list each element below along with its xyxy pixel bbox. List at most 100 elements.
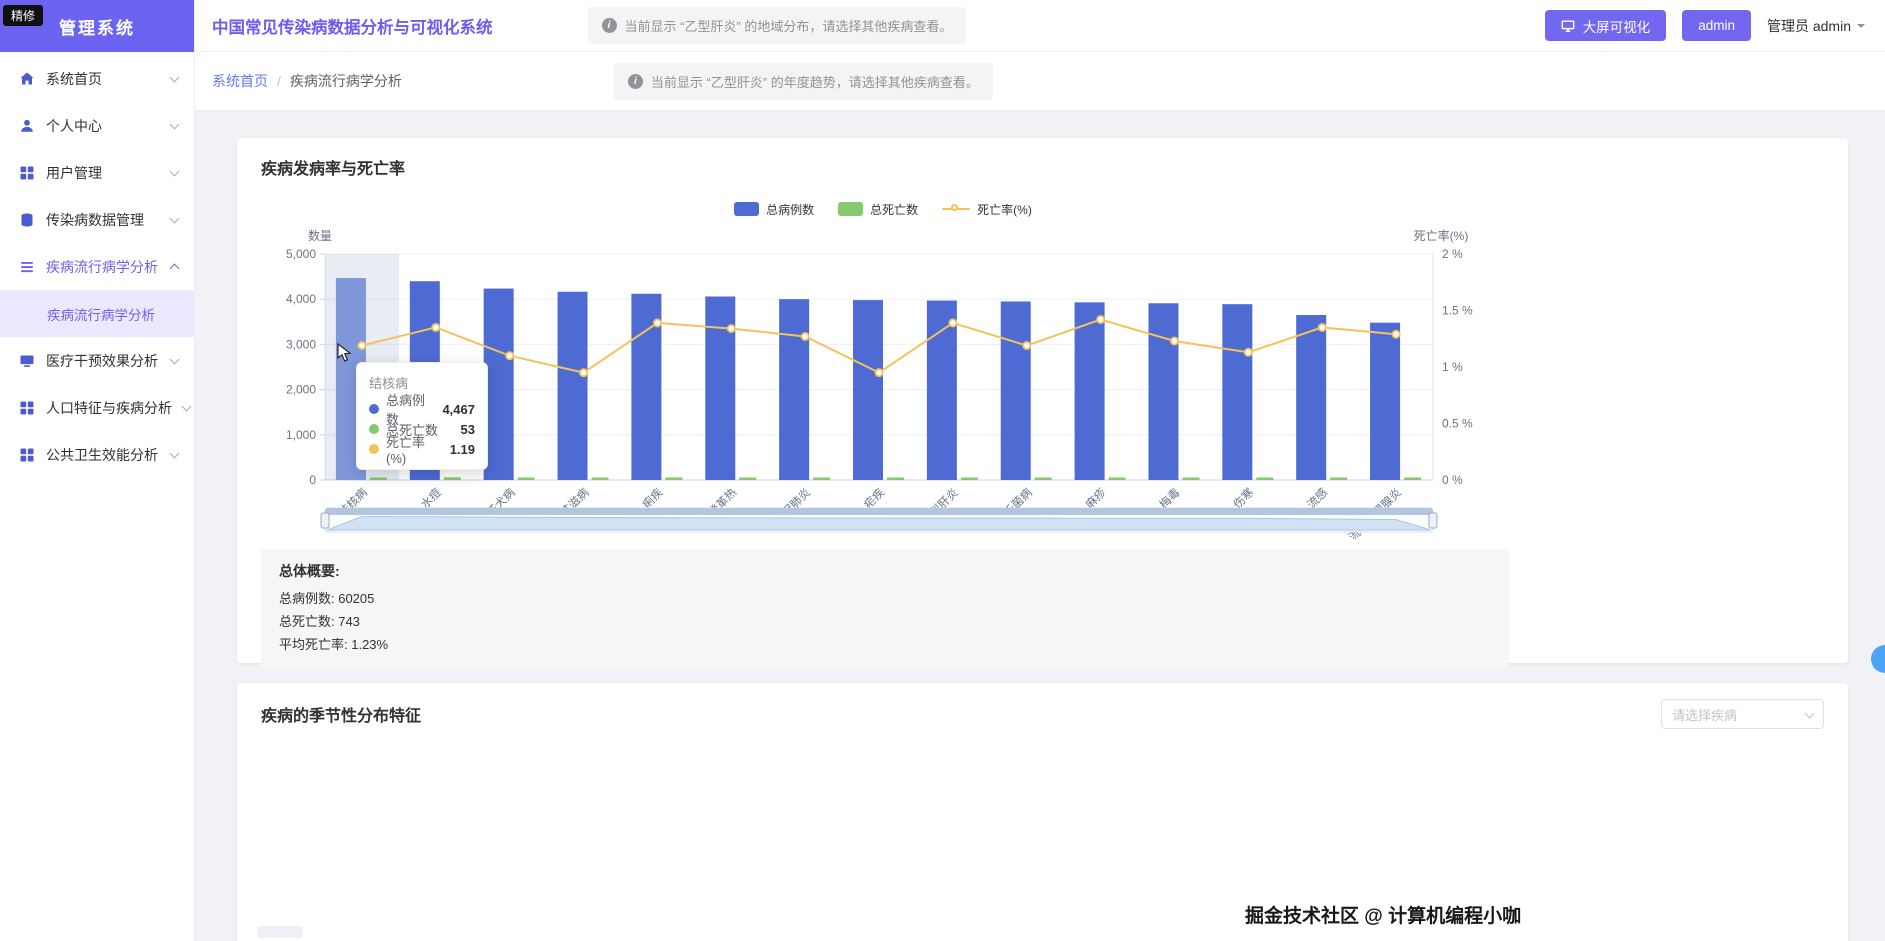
svg-text:流感: 流感 [1304,485,1330,511]
info-banner-text: 当前显示 “乙型肝炎” 的地域分布，请选择其他疾病查看。 [624,19,953,34]
sidebar-item-label: 传染病数据管理 [46,211,144,228]
legend-item[interactable]: 总病例数 [734,201,814,218]
svg-text:4,000: 4,000 [286,292,316,306]
sidebar-item-label: 个人中心 [46,117,102,134]
admin-button-label: admin [1698,18,1735,33]
seasonal-distribution-card: 疾病的季节性分布特征 请选择疾病 [237,683,1848,941]
info-icon [627,73,643,89]
sidebar: 管理系统 系统首页 个人中心 用户管理 传染病数据管理 疾病流行病学分析 疾病流… [0,0,195,941]
sidebar-item-data-manage[interactable]: 传染病数据管理 [0,196,194,243]
sidebar-item-population[interactable]: 人口特征与疾病分析 [0,384,194,431]
card-title: 疾病发病率与死亡率 [261,161,406,178]
user-icon [21,119,33,132]
sidebar-item-label: 系统首页 [46,70,102,87]
main-area: 中国常见传染病数据分析与可视化系统 当前显示 “乙型肝炎” 的地域分布，请选择其… [195,0,1885,941]
header-actions: 大屏可视化 admin 管理员 admin [1544,10,1865,41]
page-content: 疾病发病率与死亡率 总病例数 总死亡数 死亡率(%) 数量 死亡率(%) 5,000 4,… [195,110,1885,941]
sidebar-item-profile[interactable]: 个人中心 [0,102,194,149]
svg-text:1,000: 1,000 [286,428,316,442]
svg-text:伤寒: 伤寒 [1230,485,1257,512]
sidebar-subitem-label: 疾病流行病学分析 [47,307,155,323]
svg-text:疟疾: 疟疾 [861,485,888,512]
breadcrumb-current: 疾病流行病学分析 [289,73,402,89]
svg-text:0: 0 [309,473,316,487]
tooltip-value: 1.19 [449,441,475,457]
summary-avg-rate: 平均死亡率: 1.23% [279,637,389,652]
legend-label: 总病例数 [766,202,815,217]
info-banner-trend: 当前显示 “乙型肝炎” 的年度趋势，请选择其他疾病查看。 [613,62,993,100]
legend-swatch [838,202,864,216]
summary-total-cases: 总病例数: 60205 [279,591,375,606]
top-header: 中国常见传染病数据分析与可视化系统 当前显示 “乙型肝炎” 的地域分布，请选择其… [195,0,1885,52]
select-placeholder: 请选择疾病 [1672,707,1738,723]
legend-label: 总死亡数 [870,202,919,217]
chevron-up-icon [169,263,180,274]
chevron-down-icon [169,354,180,364]
disease-select[interactable]: 请选择疾病 [1661,699,1824,729]
chevron-down-icon [169,448,180,458]
sidebar-subitem-epidemiology[interactable]: 疾病流行病学分析 [0,290,194,337]
sidebar-item-home[interactable]: 系统首页 [0,55,194,102]
big-screen-button-label: 大屏可视化 [1582,19,1651,35]
breadcrumb-separator: / [277,73,281,89]
svg-text:数量: 数量 [308,228,332,243]
database-icon [21,213,33,226]
grid-icon [20,166,34,179]
summary-title: 总体概要: [279,563,340,579]
svg-text:3,000: 3,000 [286,337,316,351]
tooltip-value: 4,467 [442,401,475,417]
sidebar-item-label: 用户管理 [46,164,102,181]
grid-icon [20,401,34,414]
svg-text:2,000: 2,000 [286,383,316,397]
breadcrumb: 系统首页 / 疾病流行病学分析 [212,71,402,91]
tooltip-row: 总病例数 4,467 [369,393,475,427]
svg-text:水痘: 水痘 [418,485,445,512]
legend-swatch [734,202,760,216]
svg-text:0.5 %: 0.5 % [1442,417,1473,431]
chevron-down-icon [169,166,180,176]
user-label: 管理员 admin [1766,17,1851,34]
grid-icon [20,448,34,461]
series-dot-rate [369,444,379,454]
app-title: 中国常见传染病数据分析与可视化系统 [212,18,493,37]
video-watermark-badge: 精修 [3,5,44,26]
card-title: 疾病的季节性分布特征 [261,708,422,725]
svg-text:死亡率(%): 死亡率(%) [1414,228,1469,243]
tooltip-row: 死亡率(%) 1.19 [369,435,475,466]
clipped-chart-element [257,926,303,938]
summary-box: 总体概要: 总病例数: 60205 总死亡数: 743 平均死亡率: 1.23% [261,549,1509,668]
sidebar-menu: 系统首页 个人中心 用户管理 传染病数据管理 疾病流行病学分析 疾病流行病学分析 [0,52,194,478]
sidebar-item-label: 人口特征与疾病分析 [46,399,172,416]
svg-text:0 %: 0 % [1442,473,1463,487]
monitor-icon [20,355,34,367]
series-dot-cases [369,404,379,414]
home-icon [20,72,34,84]
chevron-down-icon [169,72,180,82]
user-dropdown[interactable]: 管理员 admin [1767,16,1865,36]
legend-item[interactable]: 总死亡数 [838,201,918,218]
chart-tooltip: 结核病 总病例数 4,467 总死亡数 53 死亡率(%) 1.19 [356,362,488,470]
sidebar-item-public-health[interactable]: 公共卫生效能分析 [0,431,194,478]
tooltip-value: 53 [460,421,475,437]
caret-down-icon [1857,23,1865,32]
svg-text:2 %: 2 % [1442,247,1463,261]
tooltip-label: 死亡率(%) [386,435,426,466]
breadcrumb-home-link[interactable]: 系统首页 [212,71,268,91]
admin-button[interactable]: admin [1682,10,1751,41]
sidebar-item-epidemiology[interactable]: 疾病流行病学分析 [0,243,194,290]
big-screen-button[interactable]: 大屏可视化 [1544,10,1667,41]
summary-total-deaths: 总死亡数: 743 [279,614,360,629]
legend-item[interactable]: 死亡率(%) [942,201,1032,218]
sidebar-item-label: 医疗干预效果分析 [46,352,158,369]
svg-text:1 %: 1 % [1442,360,1463,374]
sidebar-item-users[interactable]: 用户管理 [0,149,194,196]
sidebar-item-intervention[interactable]: 医疗干预效果分析 [0,337,194,384]
chevron-down-icon [1804,708,1815,718]
mouse-cursor [337,343,352,362]
chart-legend: 总病例数 总死亡数 死亡率(%) [273,199,1493,219]
info-banner-text: 当前显示 “乙型肝炎” 的年度趋势，请选择其他疾病查看。 [650,74,979,90]
sidebar-item-label: 公共卫生效能分析 [46,446,158,463]
svg-text:梅毒: 梅毒 [1156,485,1183,512]
svg-text:麻疹: 麻疹 [1083,485,1110,512]
screen-icon [1561,19,1575,32]
